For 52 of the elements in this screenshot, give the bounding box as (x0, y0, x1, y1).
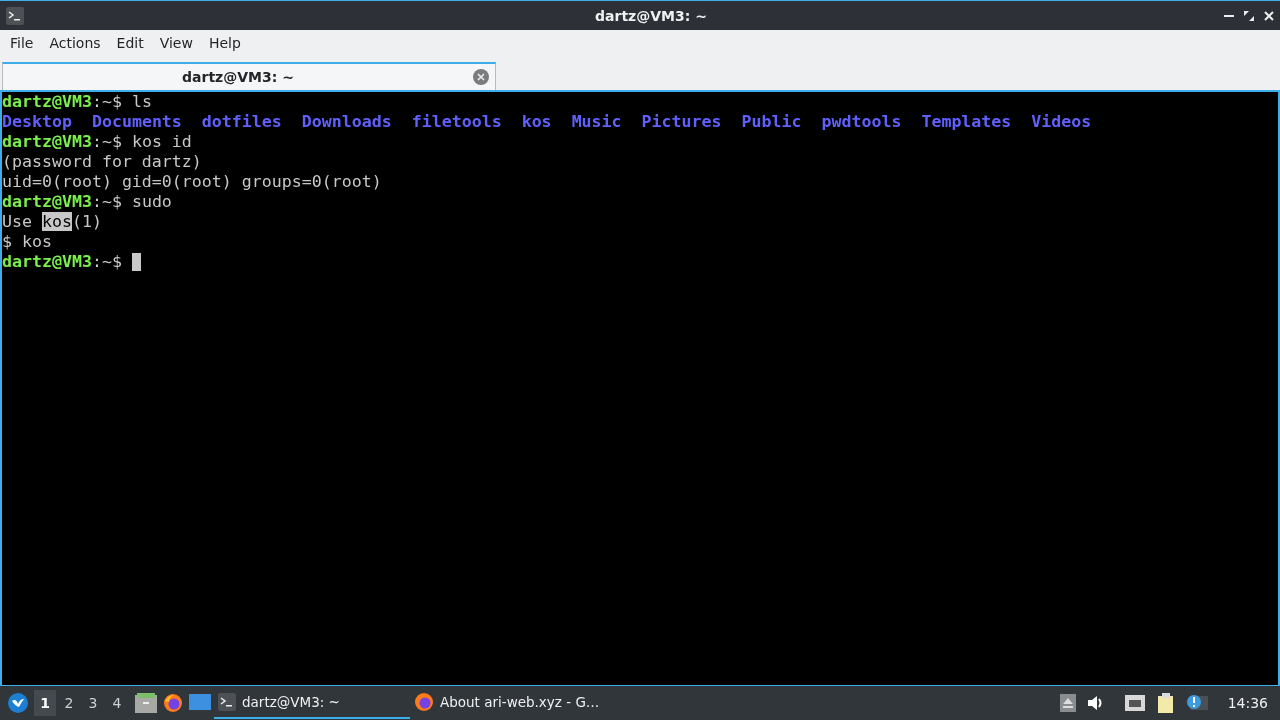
directory-name: Desktop (2, 112, 72, 132)
directory-name: Public (741, 112, 802, 132)
network-icon[interactable] (1123, 694, 1146, 712)
desktop-switcher[interactable]: 4 (106, 690, 128, 716)
command-text: kos id (130, 132, 192, 152)
directory-name: Music (571, 112, 622, 132)
command-text: sudo (130, 192, 172, 212)
taskbar-task[interactable]: dartz@VM3: ~ (214, 687, 410, 719)
output-line: uid=0(root) gid=0(root) groups=0(root) (2, 172, 382, 192)
desktop-switcher[interactable]: 1 (34, 690, 56, 716)
output-line: (password for dartz) (2, 152, 202, 172)
prompt-user: dartz@VM3 (2, 192, 92, 212)
prompt-path: :~$ (91, 92, 122, 112)
clipboard-icon[interactable] (1155, 693, 1176, 713)
restore-icon[interactable] (1244, 10, 1254, 21)
close-icon[interactable] (1264, 10, 1274, 21)
directory-name: Pictures (641, 112, 722, 132)
browser-icon (414, 692, 434, 712)
menu-item[interactable]: View (151, 35, 201, 51)
eject-icon[interactable] (1059, 694, 1076, 712)
directory-name: pwdtools (821, 112, 902, 132)
window-title: dartz@VM3: ~ (594, 7, 708, 24)
directory-name: Downloads (301, 112, 392, 132)
directory-name: dotfiles (201, 112, 282, 132)
prompt-user: dartz@VM3 (2, 92, 92, 112)
output-line: $ kos (2, 232, 52, 252)
directory-name: Templates (921, 112, 1012, 132)
directory-name: Videos (1031, 112, 1092, 132)
terminal-icon (218, 693, 236, 711)
directory-name: Documents (91, 112, 182, 132)
desktop-switcher[interactable]: 3 (82, 690, 104, 716)
prompt-user: dartz@VM3 (2, 132, 92, 152)
notification-icon[interactable] (1185, 694, 1208, 712)
browser-icon[interactable] (163, 693, 183, 713)
prompt-path: :~$ (91, 252, 122, 272)
desktop-switcher[interactable]: 2 (58, 690, 80, 716)
prompt-user: dartz@VM3 (2, 252, 92, 272)
menu-item[interactable]: File (2, 35, 42, 51)
terminal-tab[interactable]: dartz@VM3: ~ (2, 62, 496, 90)
directory-name: kos (521, 112, 552, 132)
show-desktop-icon[interactable] (189, 694, 211, 712)
prompt-path: :~$ (91, 192, 122, 212)
directory-name: filetools (411, 112, 502, 132)
taskbar-task[interactable]: About ari-web.xyz - G… (410, 687, 606, 719)
prompt-path: :~$ (91, 132, 122, 152)
menu-item[interactable]: Edit (108, 35, 152, 51)
command-text: ls (130, 92, 152, 112)
terminal-icon (6, 6, 24, 25)
output-line: Use kos(1) (2, 212, 102, 232)
menu-item[interactable]: Actions (41, 35, 109, 51)
menu-item[interactable]: Help (200, 35, 249, 51)
clock[interactable]: 14:36 (1217, 695, 1276, 711)
